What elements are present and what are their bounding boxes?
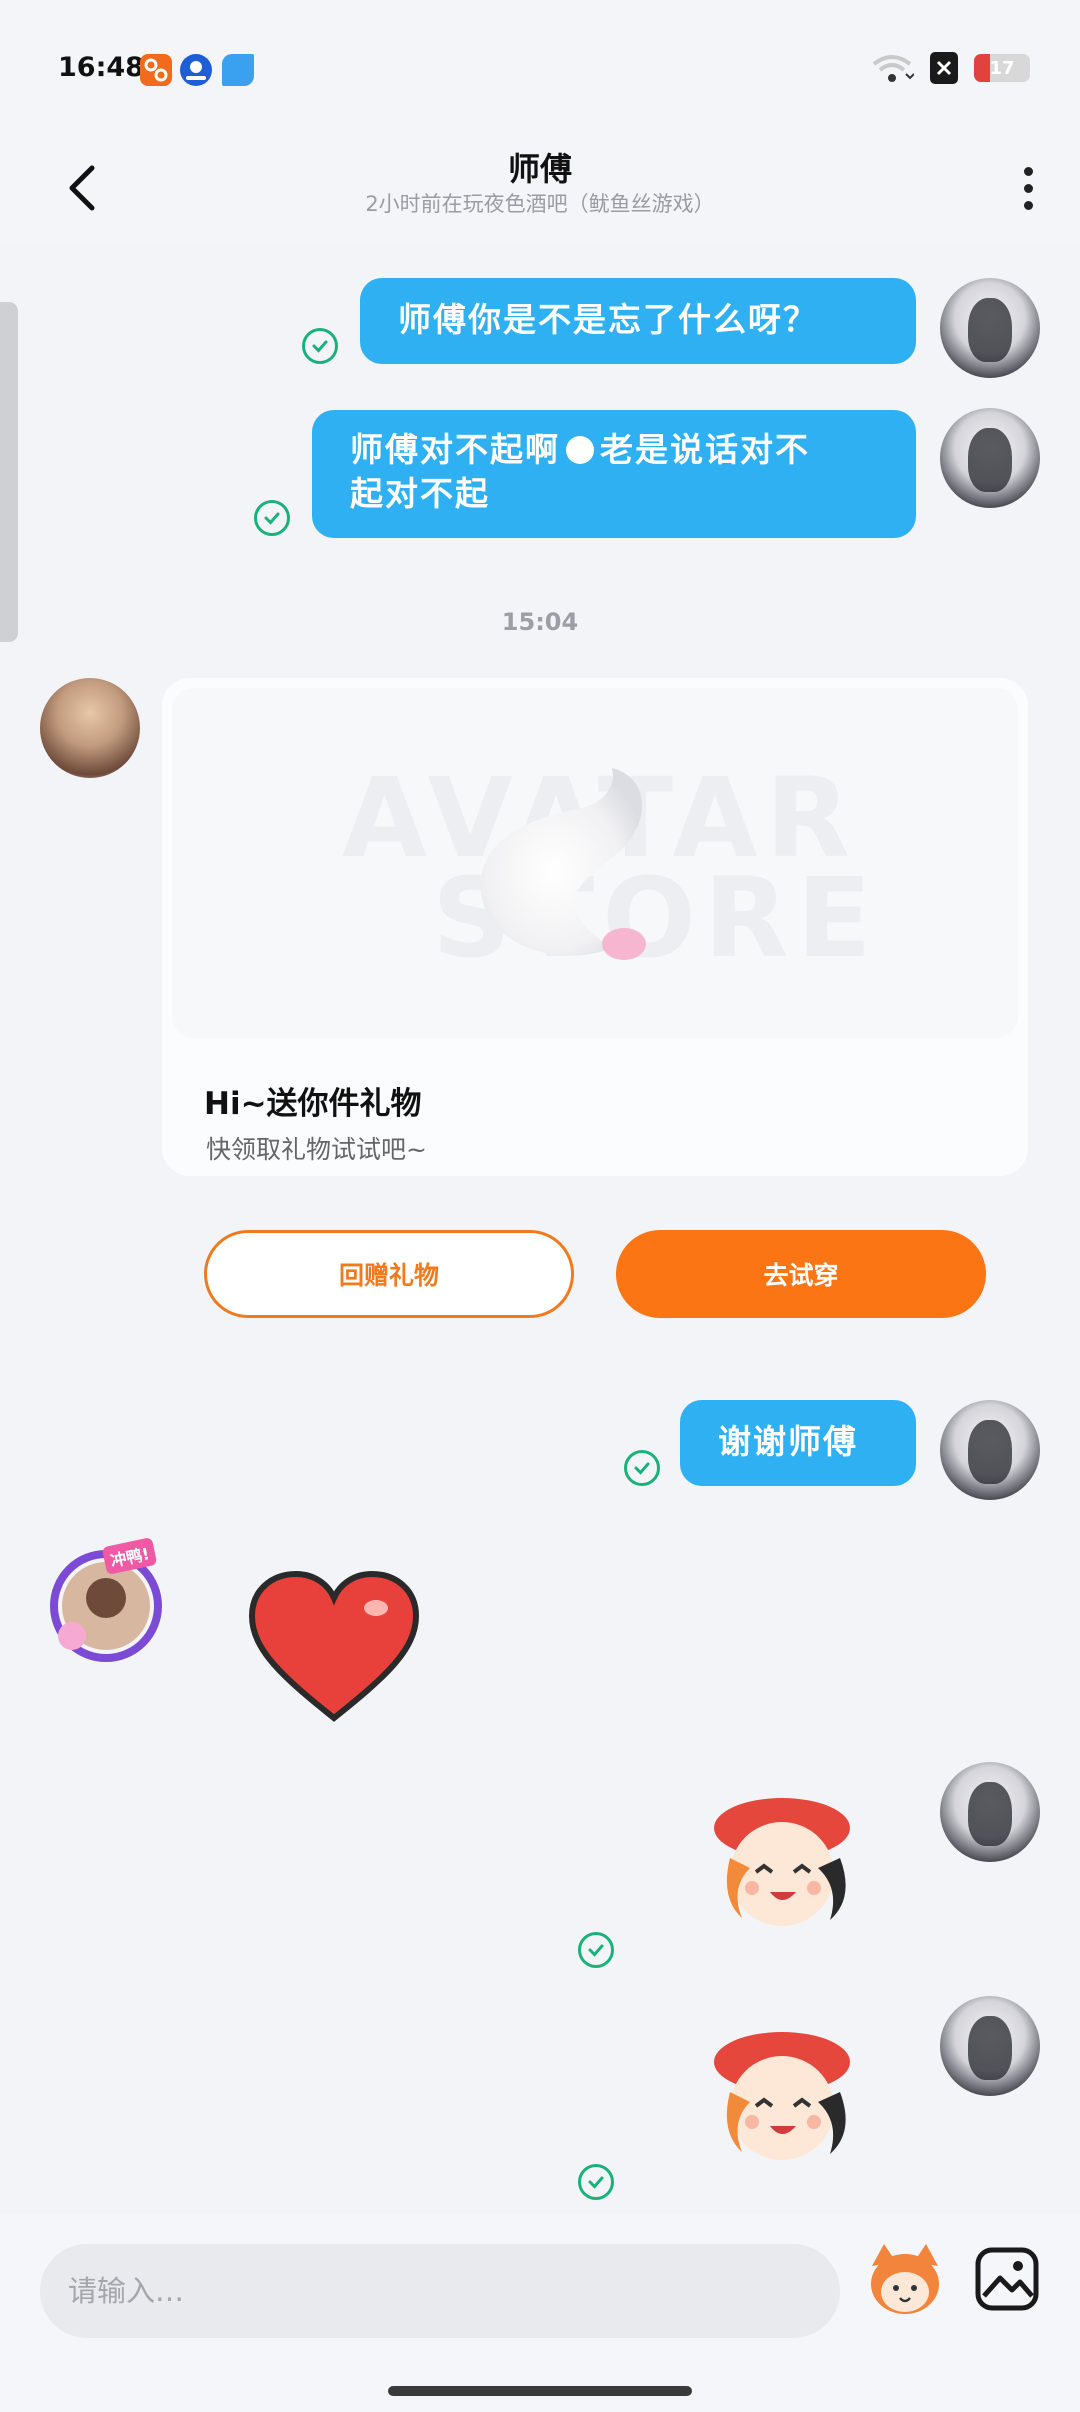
gift-card[interactable]: AVATAR STORE Hi~送你件礼物 快领取礼物试试吧~ (162, 678, 1028, 1176)
more-options-button[interactable] (1008, 156, 1048, 220)
more-dot (1023, 166, 1033, 176)
image-button[interactable] (972, 2244, 1042, 2314)
battery-icon: 17 (974, 54, 1030, 82)
avatar-self[interactable] (940, 408, 1040, 508)
more-dot (1023, 183, 1033, 193)
chat-title: 师傅 (507, 150, 572, 188)
scrollbar[interactable] (0, 302, 18, 642)
avatar-self[interactable] (940, 278, 1040, 378)
input-bar (0, 2214, 1080, 2412)
battery-level: 17 (989, 57, 1015, 79)
message-line: 师傅对不起啊 老是说话对不 (350, 430, 810, 469)
fox-tail-icon (480, 768, 646, 960)
message-text: 谢谢师傅 (718, 1422, 858, 1461)
mascot-sticker-icon (871, 2244, 939, 2314)
sticker-button[interactable] (862, 2236, 948, 2322)
gift-title: Hi~送你件礼物 (204, 1086, 422, 1122)
close-box-icon (930, 52, 958, 84)
message-line: 起对不起 (350, 474, 490, 513)
avatar-other[interactable] (40, 678, 140, 778)
message-bubble-sent[interactable]: 师傅你是不是忘了什么呀？ (360, 278, 916, 364)
wifi-icon (872, 55, 914, 82)
chat-subtitle: 2小时前在玩夜色酒吧（鱿鱼丝游戏） (365, 192, 715, 216)
try-on-button[interactable]: 去试穿 (616, 1230, 986, 1318)
return-gift-button[interactable]: 回赠礼物 (204, 1230, 574, 1318)
gift-description: 快领取礼物试试吧~ (206, 1135, 427, 1164)
heart-sticker-icon[interactable] (244, 1568, 424, 1728)
message-bubble-sent[interactable]: 师傅对不起啊 老是说话对不 起对不起 (312, 410, 916, 538)
time-separator: 15:04 (501, 608, 579, 636)
image-icon (975, 2247, 1039, 2311)
avatar-self[interactable] (940, 1996, 1040, 2096)
avatar-self[interactable] (940, 1400, 1040, 1500)
chat-header: 师傅 2小时前在玩夜色酒吧（鱿鱼丝游戏） (0, 140, 1080, 242)
message-input[interactable] (40, 2244, 840, 2338)
app-notification-icon (140, 54, 172, 86)
status-time: 16:48 (58, 52, 144, 83)
shield-app-icon (222, 54, 254, 86)
map-app-icon (180, 54, 212, 86)
read-check-icon (302, 328, 338, 364)
read-check-icon (578, 1932, 614, 1968)
gift-image: AVATAR STORE (172, 688, 1018, 1038)
message-list[interactable]: 师傅你是不是忘了什么呀？ 师傅对不起啊老是说话对不 起对不起 15:04 AVA… (0, 242, 1080, 2214)
message-bubble-sent[interactable]: 谢谢师傅 (680, 1400, 916, 1486)
read-check-icon (254, 500, 290, 536)
emoji-icon (566, 436, 594, 464)
message-text: 师傅你是不是忘了什么呀？ (398, 300, 818, 339)
cartoon-sticker-icon[interactable] (690, 1788, 880, 1948)
avatar-frame[interactable]: 冲鸭! (50, 1536, 170, 1662)
avatar-self[interactable] (940, 1762, 1040, 1862)
home-indicator[interactable] (388, 2386, 692, 2396)
status-bar: 16:48 17 (0, 0, 1080, 140)
more-dot (1023, 200, 1033, 210)
read-check-icon (624, 1450, 660, 1486)
cartoon-sticker-icon[interactable] (690, 2022, 880, 2182)
read-check-icon (578, 2164, 614, 2200)
